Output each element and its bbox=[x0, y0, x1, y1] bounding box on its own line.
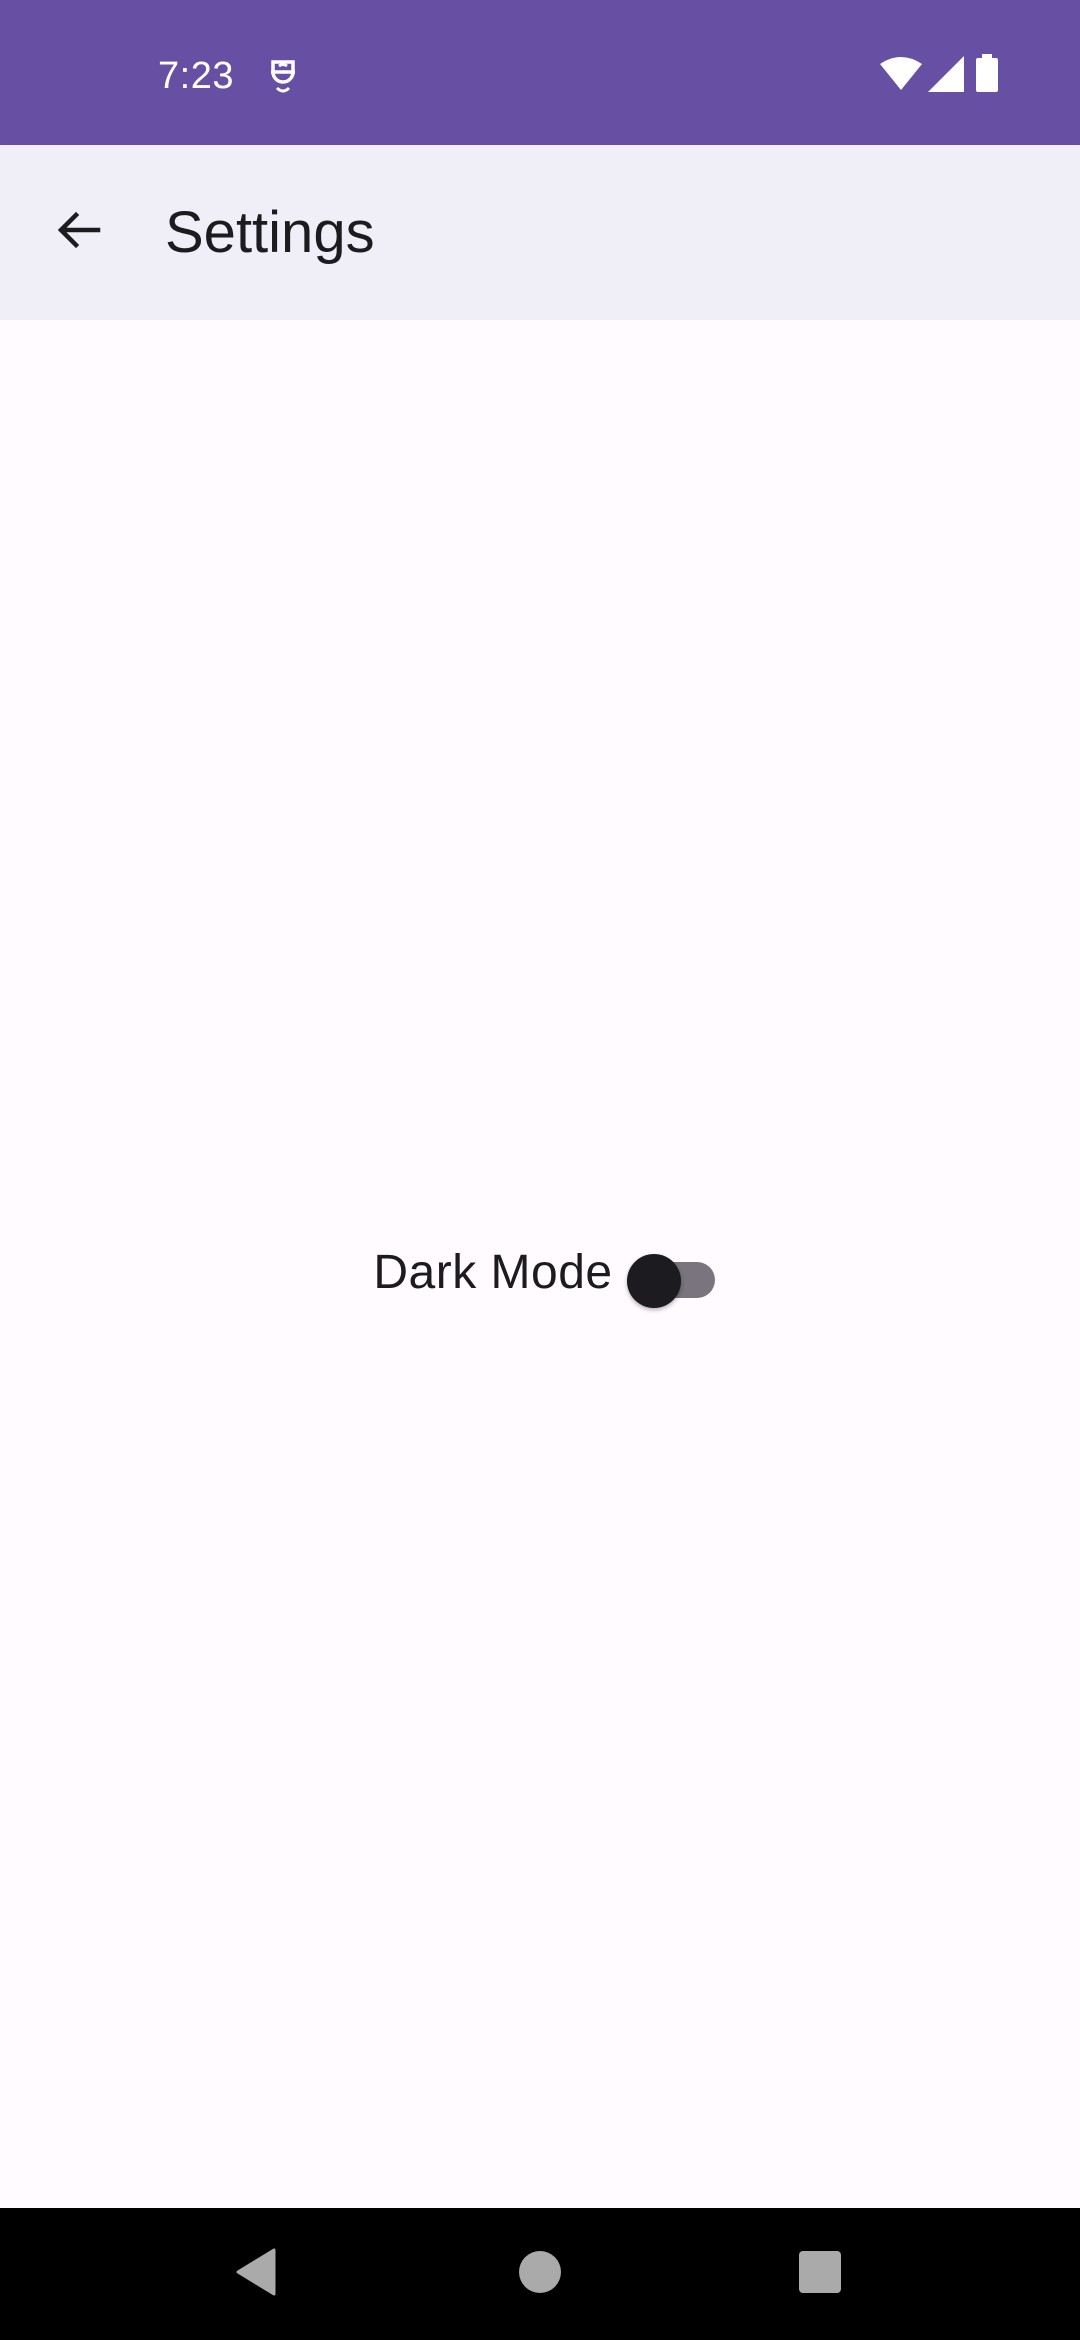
dark-mode-switch[interactable] bbox=[626, 1242, 717, 1308]
back-button[interactable] bbox=[36, 190, 120, 274]
arrow-back-icon bbox=[54, 206, 102, 259]
nav-home-button[interactable] bbox=[498, 2232, 582, 2316]
status-time: 7:23 bbox=[158, 55, 234, 97]
wifi-icon bbox=[880, 56, 922, 92]
nav-recents-square-icon bbox=[798, 2250, 842, 2299]
nav-back-button[interactable] bbox=[214, 2232, 298, 2316]
nav-home-circle-icon bbox=[518, 2250, 562, 2299]
dark-mode-label: Dark Mode bbox=[373, 1245, 613, 1299]
status-bar: 7:23 bbox=[0, 0, 1080, 145]
accessibility-guard-icon bbox=[268, 58, 298, 94]
page-title: Settings bbox=[165, 200, 375, 265]
nav-recents-button[interactable] bbox=[778, 2232, 862, 2316]
cellular-signal-icon bbox=[928, 56, 964, 92]
battery-icon bbox=[976, 54, 998, 92]
system-navigation-bar bbox=[0, 2208, 1080, 2340]
nav-back-triangle-icon bbox=[234, 2248, 278, 2301]
settings-content: Dark Mode bbox=[0, 320, 1080, 2208]
dark-mode-setting-row: Dark Mode bbox=[0, 1230, 1080, 1314]
top-app-bar: Settings bbox=[0, 145, 1080, 320]
status-icons bbox=[880, 54, 1080, 96]
switch-thumb bbox=[626, 1254, 681, 1308]
